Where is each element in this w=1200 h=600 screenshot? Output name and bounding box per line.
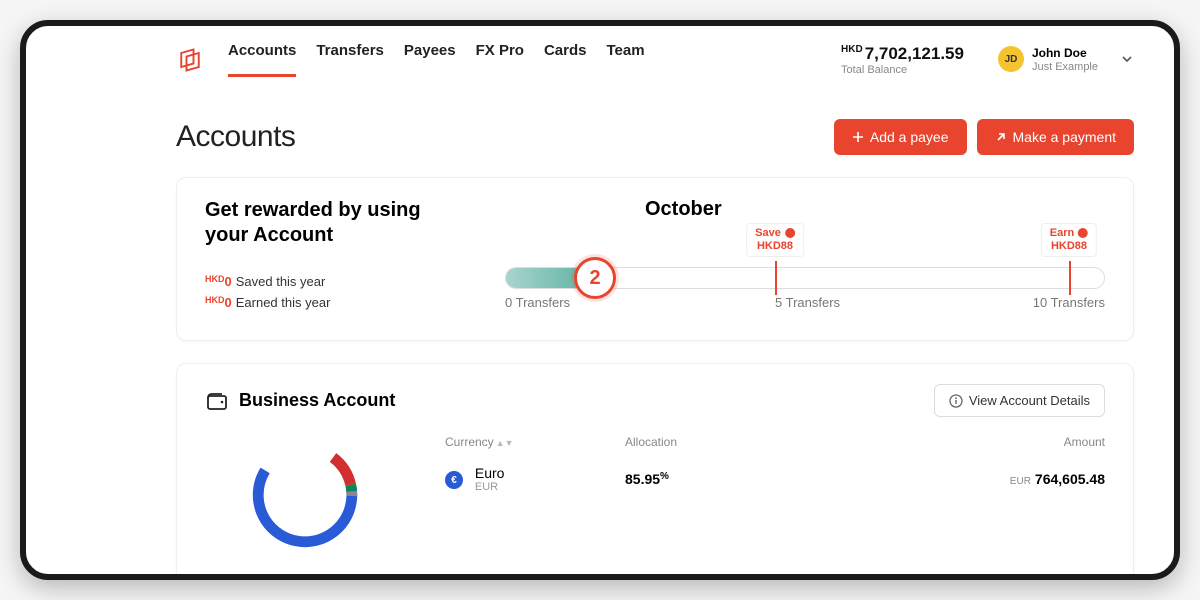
info-icon	[949, 394, 963, 408]
nav-payees[interactable]: Payees	[404, 42, 456, 77]
user-name: John Doe	[1032, 46, 1098, 60]
table-row[interactable]: € Euro EUR 85.95% EUR764,605.48	[445, 459, 1105, 499]
currency-code: EUR	[475, 481, 505, 493]
sort-icon: ▲▼	[496, 438, 514, 448]
transfer-progress: SaveHKD88 EarnHKD88 2 0 Transfers 5 Tran…	[505, 231, 1105, 301]
make-payment-label: Make a payment	[1013, 129, 1117, 145]
earned-this-year: HKD0Earned this year	[205, 295, 465, 310]
rewards-title: Get rewarded by using your Account	[205, 198, 465, 248]
tick-0: 0 Transfers	[505, 295, 570, 310]
balance-value: 7,702,121.59	[865, 44, 964, 63]
view-details-label: View Account Details	[969, 393, 1090, 408]
nav-transfers[interactable]: Transfers	[316, 42, 384, 77]
business-account-title: Business Account	[239, 390, 395, 411]
plus-icon	[852, 131, 864, 143]
user-company: Just Example	[1032, 61, 1098, 73]
app-logo	[176, 46, 204, 74]
earn-flag: EarnHKD88	[1041, 223, 1097, 257]
currency-name: Euro	[475, 465, 505, 481]
rewards-card: Get rewarded by using your Account HKD0S…	[176, 177, 1134, 341]
col-amount[interactable]: Amount	[805, 435, 1105, 449]
wallet-icon	[205, 389, 229, 413]
view-account-details-button[interactable]: View Account Details	[934, 384, 1105, 417]
chevron-down-icon	[1120, 52, 1134, 66]
nav-accounts[interactable]: Accounts	[228, 42, 296, 77]
tick-5: 5 Transfers	[775, 295, 840, 310]
amount-value: EUR764,605.48	[805, 471, 1105, 487]
save-flag: SaveHKD88	[746, 223, 804, 257]
nav-fxpro[interactable]: FX Pro	[476, 42, 524, 77]
col-allocation[interactable]: Allocation	[625, 435, 805, 449]
make-payment-button[interactable]: Make a payment	[977, 119, 1135, 155]
add-payee-button[interactable]: Add a payee	[834, 119, 967, 155]
total-balance: HKD7,702,121.59 Total Balance	[841, 44, 964, 76]
business-account-card: Business Account View Account Details	[176, 363, 1134, 574]
avatar: JD	[998, 46, 1024, 72]
add-payee-label: Add a payee	[870, 129, 949, 145]
main-nav: Accounts Transfers Payees FX Pro Cards T…	[228, 42, 645, 77]
nav-cards[interactable]: Cards	[544, 42, 587, 77]
tick-10: 10 Transfers	[1033, 295, 1105, 310]
allocation-value: 85.95%	[625, 471, 805, 487]
nav-team[interactable]: Team	[606, 42, 644, 77]
rewards-month: October	[645, 198, 1105, 221]
saved-this-year: HKD0Saved this year	[205, 274, 465, 289]
currency-badge: €	[445, 471, 463, 489]
balance-currency: HKD	[841, 44, 863, 55]
currency-table: Currency▲▼ Allocation Amount € Euro EUR	[445, 435, 1105, 499]
user-menu[interactable]: JD John Doe Just Example	[998, 46, 1134, 72]
allocation-donut	[205, 435, 405, 555]
page-title: Accounts	[176, 120, 295, 154]
progress-knob[interactable]: 2	[574, 257, 616, 299]
col-currency[interactable]: Currency▲▼	[445, 435, 625, 449]
balance-label: Total Balance	[841, 64, 964, 76]
arrow-up-right-icon	[995, 131, 1007, 143]
